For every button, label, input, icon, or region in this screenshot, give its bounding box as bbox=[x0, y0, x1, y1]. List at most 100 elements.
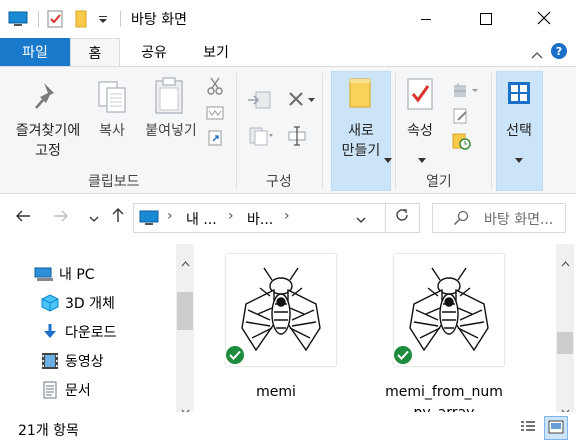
nav-item-label: 동영상 bbox=[65, 354, 104, 370]
organize-group-label: 구성 bbox=[266, 174, 292, 190]
tab-home[interactable]: 홈 bbox=[70, 38, 120, 67]
collapse-ribbon-icon[interactable] bbox=[530, 45, 544, 64]
search-box[interactable]: 바탕 화면... bbox=[432, 203, 566, 233]
nav-item-label: 문서 bbox=[65, 383, 91, 399]
nav-pane-scrollbar[interactable] bbox=[176, 244, 194, 415]
chevron-down-icon bbox=[418, 149, 426, 168]
file-list-scroll-thumb[interactable] bbox=[557, 332, 573, 354]
video-icon bbox=[40, 351, 60, 371]
large-icons-view-icon bbox=[548, 419, 564, 438]
pin-quick-access-label-1[interactable]: 즐겨찾기에 bbox=[8, 121, 88, 141]
large-icons-view-button[interactable] bbox=[544, 416, 568, 440]
address-bar[interactable]: › 내 ... › 바... › bbox=[133, 203, 420, 233]
help-icon[interactable]: ? bbox=[551, 43, 567, 59]
refresh-button[interactable] bbox=[391, 206, 413, 228]
nav-item-3d-objects[interactable]: 3D 개체 bbox=[40, 290, 115, 316]
arrow-up-icon bbox=[111, 207, 125, 227]
properties-icon bbox=[406, 77, 436, 115]
cut-icon[interactable] bbox=[207, 77, 223, 99]
chevron-down-icon bbox=[384, 149, 392, 168]
breadcrumb-desktop[interactable]: 바... bbox=[247, 209, 273, 229]
copy-path-icon[interactable] bbox=[206, 105, 224, 125]
new-folder-quick-icon[interactable] bbox=[74, 8, 90, 30]
tab-file[interactable]: 파일 bbox=[0, 38, 70, 66]
arrow-left-icon bbox=[15, 208, 31, 227]
chevron-down-icon bbox=[515, 149, 523, 168]
pin-quick-access-label-2[interactable]: 고정 bbox=[8, 141, 88, 161]
new-label-1[interactable]: 새로 bbox=[333, 121, 389, 141]
customize-toolbar-icon[interactable] bbox=[97, 8, 109, 30]
search-icon bbox=[453, 210, 469, 230]
close-button[interactable] bbox=[521, 0, 567, 38]
sync-status-badge bbox=[224, 344, 246, 366]
edit-icon[interactable] bbox=[452, 107, 470, 129]
move-to-icon[interactable] bbox=[246, 89, 274, 115]
file-list-scrollbar[interactable] bbox=[556, 244, 574, 415]
nav-item-label: 내 PC bbox=[59, 267, 95, 283]
nav-item-label: 3D 개체 bbox=[65, 296, 115, 312]
document-icon bbox=[40, 380, 60, 400]
status-bar: 21개 항목 bbox=[0, 412, 576, 445]
paste-button[interactable]: 붙여넣기 bbox=[136, 121, 206, 141]
address-history-button[interactable] bbox=[355, 210, 367, 229]
nav-item-documents[interactable]: 문서 bbox=[40, 377, 91, 403]
chevron-right-icon[interactable]: › bbox=[284, 208, 290, 224]
navigation-bar: › 내 ... › 바... › 바탕 화면... bbox=[0, 194, 576, 244]
search-placeholder: 바탕 화면... bbox=[484, 212, 554, 228]
address-divider bbox=[385, 203, 386, 233]
breadcrumb-pc[interactable]: 내 ... bbox=[186, 209, 217, 229]
history-icon[interactable] bbox=[452, 131, 472, 155]
back-button[interactable] bbox=[12, 206, 34, 228]
up-button[interactable] bbox=[107, 206, 129, 228]
delete-icon[interactable] bbox=[287, 91, 317, 113]
minimize-icon bbox=[420, 10, 432, 29]
copy-button[interactable]: 복사 bbox=[92, 121, 132, 141]
properties-quick-icon[interactable] bbox=[46, 8, 64, 30]
nav-pane-scroll-thumb[interactable] bbox=[177, 292, 193, 330]
chevron-down-icon bbox=[89, 208, 99, 227]
ribbon-separator bbox=[491, 73, 492, 189]
pc-icon bbox=[34, 264, 54, 284]
recent-locations-button[interactable] bbox=[83, 206, 105, 228]
maximize-button[interactable] bbox=[463, 0, 509, 38]
open-icon[interactable] bbox=[452, 81, 480, 103]
chevron-right-icon[interactable]: › bbox=[167, 208, 173, 224]
nav-item-videos[interactable]: 동영상 bbox=[40, 348, 104, 374]
paste-icon bbox=[152, 77, 186, 119]
paste-shortcut-icon[interactable] bbox=[207, 129, 223, 151]
nav-item-downloads[interactable]: 다운로드 bbox=[40, 319, 117, 345]
file-name: memi bbox=[256, 384, 296, 400]
pc-icon[interactable] bbox=[8, 8, 28, 30]
open-group-label: 열기 bbox=[426, 174, 452, 190]
new-label-2[interactable]: 만들기 bbox=[333, 141, 389, 161]
rename-icon[interactable] bbox=[287, 125, 307, 151]
3d-objects-icon bbox=[40, 293, 60, 313]
chevron-right-icon[interactable]: › bbox=[228, 208, 234, 224]
copy-icon bbox=[96, 79, 130, 119]
item-count: 21개 항목 bbox=[18, 423, 79, 439]
details-view-icon bbox=[520, 419, 536, 438]
new-folder-icon bbox=[348, 77, 374, 113]
tab-share[interactable]: 공유 bbox=[128, 38, 180, 66]
pin-icon bbox=[34, 81, 62, 115]
select-label: 선택 bbox=[506, 123, 532, 139]
scroll-up-icon[interactable] bbox=[561, 252, 570, 271]
ribbon-separator bbox=[395, 73, 396, 189]
copy-to-icon[interactable] bbox=[246, 125, 274, 151]
scroll-up-icon[interactable] bbox=[181, 252, 190, 271]
window-title: 바탕 화면 bbox=[131, 12, 187, 28]
tab-view[interactable]: 보기 bbox=[190, 38, 242, 66]
forward-button[interactable] bbox=[50, 206, 72, 228]
minimize-button[interactable] bbox=[403, 0, 449, 38]
properties-button[interactable]: 속성 bbox=[400, 121, 440, 141]
nav-item-this-pc[interactable]: 내 PC bbox=[34, 261, 95, 287]
download-icon bbox=[40, 322, 60, 342]
ribbon-tabs: 파일 홈 공유 보기 ? bbox=[0, 38, 576, 67]
details-view-button[interactable] bbox=[516, 416, 540, 440]
close-icon bbox=[537, 10, 551, 29]
refresh-icon bbox=[394, 207, 410, 227]
ribbon: 즐겨찾기에 고정 복사 붙여넣기 클립보드 구성 새로 만들기 속성 열기 선택 bbox=[0, 66, 576, 194]
navigation-pane: 내 PC 3D 개체 다운로드 동영상 문서 bbox=[0, 244, 196, 415]
nav-item-label: 다운로드 bbox=[65, 325, 117, 341]
maximize-icon bbox=[480, 10, 492, 29]
